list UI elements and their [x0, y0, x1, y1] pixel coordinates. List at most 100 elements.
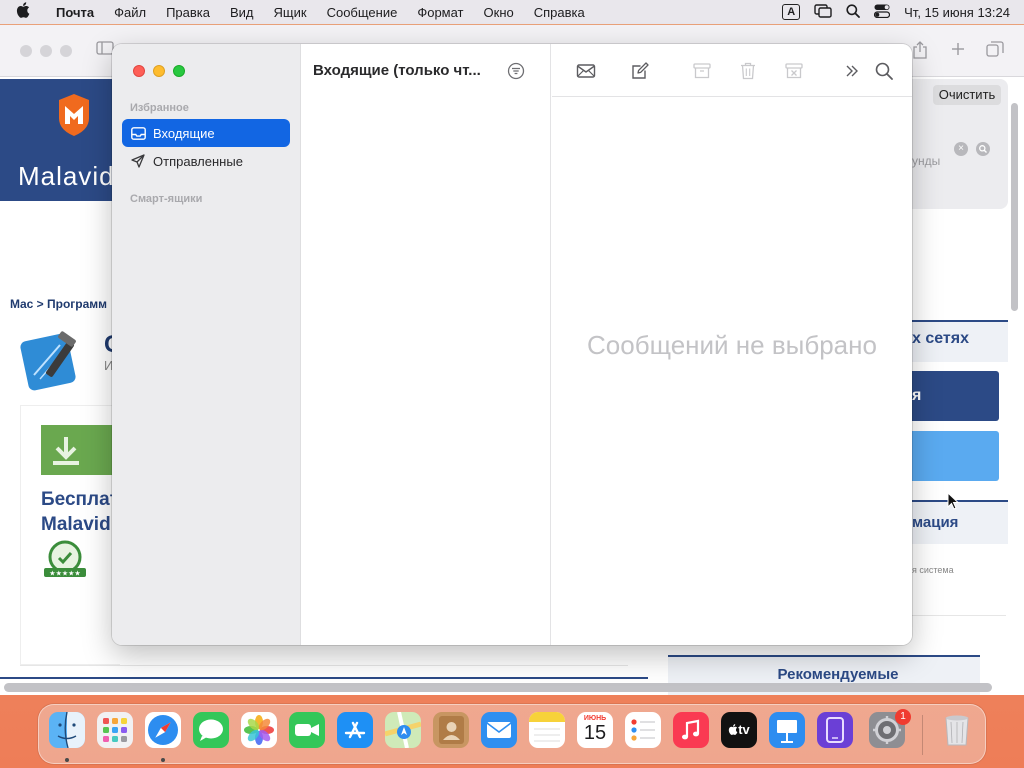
- info-section-title: мация: [912, 514, 959, 531]
- dock-finder[interactable]: [49, 712, 85, 748]
- clear-downloads-button[interactable]: Очистить: [933, 85, 1001, 105]
- finder-icon: [49, 712, 85, 748]
- menu-help[interactable]: Справка: [524, 5, 595, 20]
- dock-contacts[interactable]: [433, 712, 469, 748]
- recommended-title: Рекомендуемые: [777, 666, 899, 683]
- window-zoom-button[interactable]: [173, 65, 185, 77]
- more-toolbar-chevron-icon[interactable]: [842, 61, 862, 81]
- window-minimize-button[interactable]: [153, 65, 165, 77]
- menu-app-name[interactable]: Почта: [46, 5, 104, 20]
- trash-can-icon: [945, 715, 969, 746]
- compose-icon[interactable]: [630, 61, 650, 81]
- get-mail-icon[interactable]: [576, 61, 596, 81]
- photos-icon: [241, 712, 277, 748]
- dock-launchpad[interactable]: [97, 712, 133, 748]
- download-button[interactable]: [41, 425, 113, 475]
- download-icon: [53, 437, 79, 465]
- keynote-icon: [769, 712, 805, 748]
- message-viewer: Сообщений не выбрано: [552, 44, 912, 645]
- menu-edit[interactable]: Правка: [156, 5, 220, 20]
- message-list[interactable]: Входящие (только чт...: [301, 44, 551, 645]
- browser-zoom-button[interactable]: [60, 45, 72, 57]
- browser-close-button[interactable]: [20, 45, 32, 57]
- appletv-icon: tv: [721, 712, 757, 748]
- dock-keynote[interactable]: [769, 712, 805, 748]
- content-bottom-border: [0, 677, 648, 679]
- menu-mailbox[interactable]: Ящик: [264, 5, 317, 20]
- download-time-remaining: унды: [912, 154, 941, 168]
- screen-mirroring-icon[interactable]: [814, 3, 832, 21]
- junk-icon[interactable]: [784, 61, 804, 81]
- breadcrumb[interactable]: Mac > Программ: [10, 297, 107, 311]
- menu-window[interactable]: Окно: [474, 5, 524, 20]
- dock-simulator[interactable]: [817, 712, 853, 748]
- sidebar-item-inbox[interactable]: Входящие: [122, 119, 290, 147]
- horizontal-scrollbar[interactable]: [4, 683, 992, 692]
- reveal-download-icon[interactable]: [976, 142, 990, 156]
- calendar-month: ИЮНЬ: [583, 715, 607, 722]
- share-icon[interactable]: [912, 41, 928, 64]
- trash-icon[interactable]: [738, 61, 758, 81]
- dock-music[interactable]: [673, 712, 709, 748]
- spotlight-search-icon[interactable]: [846, 3, 861, 21]
- safari-running-indicator: [161, 758, 165, 762]
- info-divider: [912, 615, 1006, 616]
- dock-facetime[interactable]: [289, 712, 325, 748]
- dock-maps[interactable]: [385, 712, 421, 748]
- mouse-cursor-icon: [947, 492, 959, 510]
- sidebar-favorites-heading[interactable]: Избранное: [130, 102, 189, 114]
- sidebar-smart-mailboxes-heading[interactable]: Смарт-ящики: [130, 193, 202, 205]
- sidebar-item-sent[interactable]: Отправленные: [122, 147, 290, 175]
- archive-icon[interactable]: [692, 61, 712, 81]
- search-icon[interactable]: [874, 61, 894, 81]
- site-name: Malavid: [18, 161, 115, 191]
- free-download-title: Бесплат Malavid: [41, 489, 119, 535]
- no-message-selected-text: Сообщений не выбрано: [587, 330, 877, 360]
- dock-reminders[interactable]: [625, 712, 661, 748]
- dock-mail[interactable]: [481, 712, 517, 748]
- facebook-button[interactable]: [910, 371, 999, 421]
- twitter-button[interactable]: [910, 431, 999, 481]
- menu-file[interactable]: Файл: [104, 5, 156, 20]
- dock-trash[interactable]: [939, 712, 975, 748]
- dock-messages[interactable]: [193, 712, 229, 748]
- message-list-title: Входящие (только чт...: [313, 62, 481, 79]
- menu-clock[interactable]: Чт, 15 июня 13:24: [904, 5, 1010, 20]
- dock-notes[interactable]: [529, 712, 565, 748]
- dock: ИЮНЬ 15 tv 1: [38, 704, 986, 764]
- new-tab-icon[interactable]: [950, 41, 966, 62]
- menu-format[interactable]: Формат: [407, 5, 473, 20]
- dock-photos[interactable]: [241, 712, 277, 748]
- contacts-icon: [433, 712, 469, 748]
- sidebar-item-label: Отправленные: [153, 153, 243, 169]
- music-icon: [673, 712, 709, 748]
- window-close-button[interactable]: [133, 65, 145, 77]
- tab-overview-icon[interactable]: [986, 41, 1004, 62]
- viewer-toolbar: [552, 44, 912, 97]
- cancel-download-icon[interactable]: ×: [954, 142, 968, 156]
- mail-window: Избранное Входящие Отправленные Смарт-ящ…: [112, 44, 912, 645]
- malavida-logo-icon: [59, 94, 89, 136]
- mail-icon: [481, 712, 517, 748]
- notes-icon: [529, 712, 565, 748]
- dock-apple-tv[interactable]: tv: [721, 712, 757, 748]
- dock-safari[interactable]: [145, 712, 181, 748]
- dock-calendar[interactable]: ИЮНЬ 15: [577, 712, 613, 748]
- menu-view[interactable]: Вид: [220, 5, 264, 20]
- paper-plane-icon: [130, 153, 146, 169]
- mail-sidebar: Избранное Входящие Отправленные Смарт-ящ…: [112, 44, 301, 645]
- dock-app-store[interactable]: [337, 712, 373, 748]
- browser-minimize-button[interactable]: [40, 45, 52, 57]
- apple-menu-icon[interactable]: [16, 2, 42, 22]
- input-source-indicator[interactable]: A: [782, 4, 801, 20]
- os-label: я система: [912, 565, 954, 575]
- dock-separator: [922, 715, 923, 755]
- facebook-button-label: я: [912, 387, 922, 404]
- filter-icon[interactable]: [507, 62, 525, 80]
- control-center-icon[interactable]: [874, 4, 891, 21]
- vertical-scrollbar[interactable]: [1011, 103, 1018, 311]
- menu-message[interactable]: Сообщение: [317, 5, 408, 20]
- svg-text:★★★★★: ★★★★★: [49, 570, 80, 578]
- inbox-icon: [130, 125, 146, 141]
- social-section-title: х сетях: [912, 330, 969, 347]
